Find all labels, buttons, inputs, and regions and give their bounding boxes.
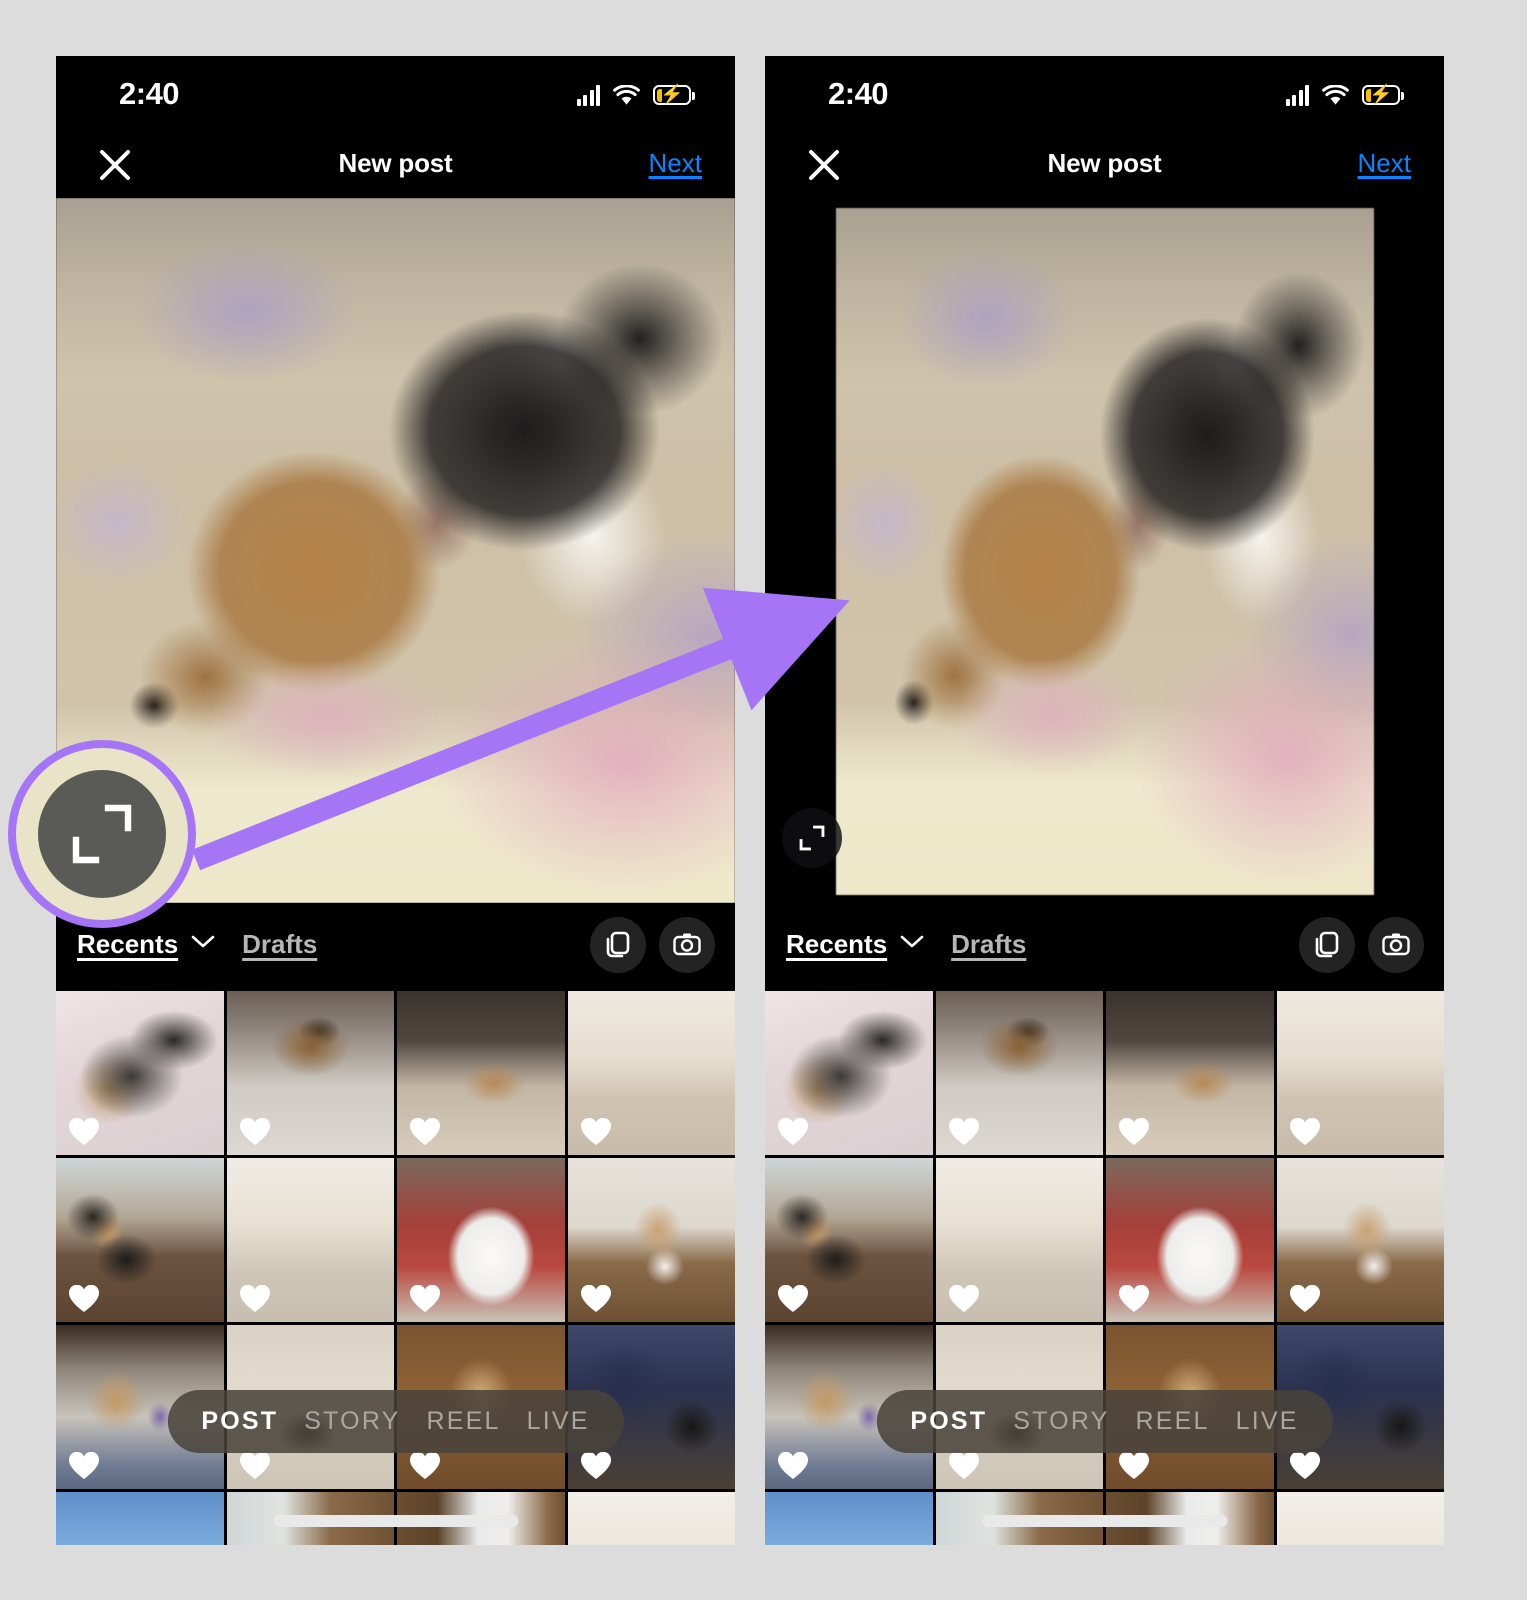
mode-option-live[interactable]: LIVE bbox=[1236, 1407, 1299, 1436]
chevron-down-icon[interactable] bbox=[191, 935, 215, 954]
next-button[interactable]: Next bbox=[649, 148, 702, 179]
drafts-link[interactable]: Drafts bbox=[951, 929, 1026, 960]
mode-selector[interactable]: POST STORY REEL LIVE bbox=[876, 1390, 1333, 1453]
mode-selector[interactable]: POST STORY REEL LIVE bbox=[167, 1390, 624, 1453]
photo-grid[interactable] bbox=[765, 991, 1444, 1545]
camera-icon[interactable] bbox=[659, 917, 715, 973]
grid-photo-corgi-ears-peeking[interactable] bbox=[1276, 1492, 1444, 1545]
album-bar: Recents Drafts bbox=[56, 903, 735, 991]
wifi-icon bbox=[613, 84, 640, 106]
grid-photo-corgi-behind-curtain[interactable] bbox=[226, 1158, 394, 1322]
mode-option-post[interactable]: POST bbox=[910, 1407, 987, 1436]
photo-grid[interactable] bbox=[56, 991, 735, 1545]
album-selector[interactable]: Recents Drafts bbox=[77, 929, 317, 960]
grid-photo-corgi-under-gray-blanket[interactable] bbox=[226, 991, 394, 1155]
next-button[interactable]: Next bbox=[1358, 148, 1411, 179]
photo-thumbnail bbox=[567, 991, 735, 1155]
grid-photo-corgi-by-fan[interactable] bbox=[56, 1158, 224, 1322]
cellular-signal-icon bbox=[1285, 84, 1309, 106]
photo-thumbnail bbox=[226, 1158, 394, 1322]
camera-icon[interactable] bbox=[1368, 917, 1424, 973]
grid-photo-corgi-giving-paw[interactable] bbox=[567, 1158, 735, 1322]
mode-option-reel[interactable]: REEL bbox=[1135, 1407, 1209, 1436]
selected-photo bbox=[836, 208, 1374, 895]
multi-select-icon[interactable] bbox=[1299, 917, 1355, 973]
photo-thumbnail bbox=[1106, 1158, 1274, 1322]
album-bar: Recents Drafts bbox=[765, 903, 1444, 991]
status-bar: 2:40 ⚡ bbox=[56, 56, 735, 134]
preview-canvas bbox=[765, 198, 1444, 903]
photo-thumbnail bbox=[1276, 991, 1444, 1155]
photo-thumbnail bbox=[1106, 991, 1274, 1155]
photo-thumbnail bbox=[397, 1158, 565, 1322]
status-icons: ⚡ bbox=[1285, 80, 1404, 110]
expand-crop-button[interactable] bbox=[99, 809, 171, 881]
home-indicator bbox=[982, 1515, 1227, 1527]
grid-photo-corgi-under-table[interactable] bbox=[1106, 991, 1274, 1155]
album-selector[interactable]: Recents Drafts bbox=[786, 929, 1026, 960]
photo-thumbnail bbox=[1276, 1158, 1444, 1322]
grid-photo-corgi-under-table[interactable] bbox=[397, 991, 565, 1155]
grid-photo-curtain-and-floor[interactable] bbox=[567, 991, 735, 1155]
grid-photo-corgi-behind-curtain[interactable] bbox=[935, 1158, 1103, 1322]
photo-thumbnail bbox=[56, 991, 224, 1155]
photo-thumbnail bbox=[935, 991, 1103, 1155]
photo-thumbnail bbox=[567, 1158, 735, 1322]
selected-photo bbox=[56, 198, 735, 903]
page-title: New post bbox=[1047, 148, 1162, 178]
photo-thumbnail bbox=[765, 1492, 933, 1545]
status-time: 2:40 bbox=[828, 76, 889, 111]
grid-photo-white-fluffy-dog-on-sofa[interactable] bbox=[1106, 1158, 1274, 1322]
wifi-icon bbox=[1322, 84, 1349, 106]
preview-canvas bbox=[56, 198, 735, 903]
album-actions bbox=[1299, 917, 1424, 973]
grid-photo-corgi-by-fan[interactable] bbox=[765, 1158, 933, 1322]
page-title: New post bbox=[338, 148, 453, 178]
mode-option-post[interactable]: POST bbox=[201, 1407, 278, 1436]
mode-option-reel[interactable]: REEL bbox=[426, 1407, 500, 1436]
drafts-link[interactable]: Drafts bbox=[242, 929, 317, 960]
grid-photo-curtain-and-floor[interactable] bbox=[1276, 991, 1444, 1155]
battery-charging-icon: ⚡ bbox=[1362, 85, 1404, 105]
phone-screen-before: 2:40 ⚡ New post Next Recents Drafts POST… bbox=[56, 56, 735, 1545]
grid-photo-corgi-sleeping-on-bed[interactable] bbox=[56, 991, 224, 1155]
battery-charging-icon: ⚡ bbox=[653, 85, 695, 105]
photo-thumbnail bbox=[567, 1492, 735, 1545]
home-indicator bbox=[273, 1515, 518, 1527]
chevron-down-icon[interactable] bbox=[900, 935, 924, 954]
grid-photo-corgi-under-gray-blanket[interactable] bbox=[935, 991, 1103, 1155]
photo-thumbnail bbox=[56, 1492, 224, 1545]
status-bar: 2:40 ⚡ bbox=[765, 56, 1444, 134]
grid-photo-corgi-in-car-window[interactable] bbox=[56, 1492, 224, 1545]
album-name-label[interactable]: Recents bbox=[77, 929, 178, 960]
photo-thumbnail bbox=[226, 991, 394, 1155]
grid-photo-corgi-ears-peeking[interactable] bbox=[567, 1492, 735, 1545]
multi-select-icon[interactable] bbox=[590, 917, 646, 973]
photo-thumbnail bbox=[765, 991, 933, 1155]
photo-preview-fill[interactable] bbox=[56, 198, 735, 903]
photo-thumbnail bbox=[765, 1158, 933, 1322]
photo-thumbnail bbox=[1276, 1492, 1444, 1545]
screenshot-root: 2:40 ⚡ New post Next Recents Drafts POST… bbox=[0, 0, 1527, 1600]
mode-option-live[interactable]: LIVE bbox=[527, 1407, 590, 1436]
album-name-label[interactable]: Recents bbox=[786, 929, 887, 960]
nav-bar: New post Next bbox=[56, 134, 735, 198]
grid-photo-corgi-giving-paw[interactable] bbox=[1276, 1158, 1444, 1322]
mode-option-story[interactable]: STORY bbox=[1013, 1407, 1109, 1436]
grid-photo-corgi-in-car-window[interactable] bbox=[765, 1492, 933, 1545]
mode-option-story[interactable]: STORY bbox=[304, 1407, 400, 1436]
grid-photo-white-fluffy-dog-on-sofa[interactable] bbox=[397, 1158, 565, 1322]
photo-thumbnail bbox=[397, 991, 565, 1155]
photo-thumbnail bbox=[935, 1158, 1103, 1322]
photo-thumbnail bbox=[56, 1158, 224, 1322]
status-icons: ⚡ bbox=[576, 80, 695, 110]
album-actions bbox=[590, 917, 715, 973]
photo-preview-fit[interactable] bbox=[765, 198, 1444, 903]
cellular-signal-icon bbox=[576, 84, 600, 106]
grid-photo-corgi-sleeping-on-bed[interactable] bbox=[765, 991, 933, 1155]
status-time: 2:40 bbox=[119, 76, 180, 111]
phone-screen-after: 2:40 ⚡ New post Next Recents Drafts POST… bbox=[765, 56, 1444, 1545]
expand-crop-button[interactable] bbox=[782, 808, 842, 868]
nav-bar: New post Next bbox=[765, 134, 1444, 198]
